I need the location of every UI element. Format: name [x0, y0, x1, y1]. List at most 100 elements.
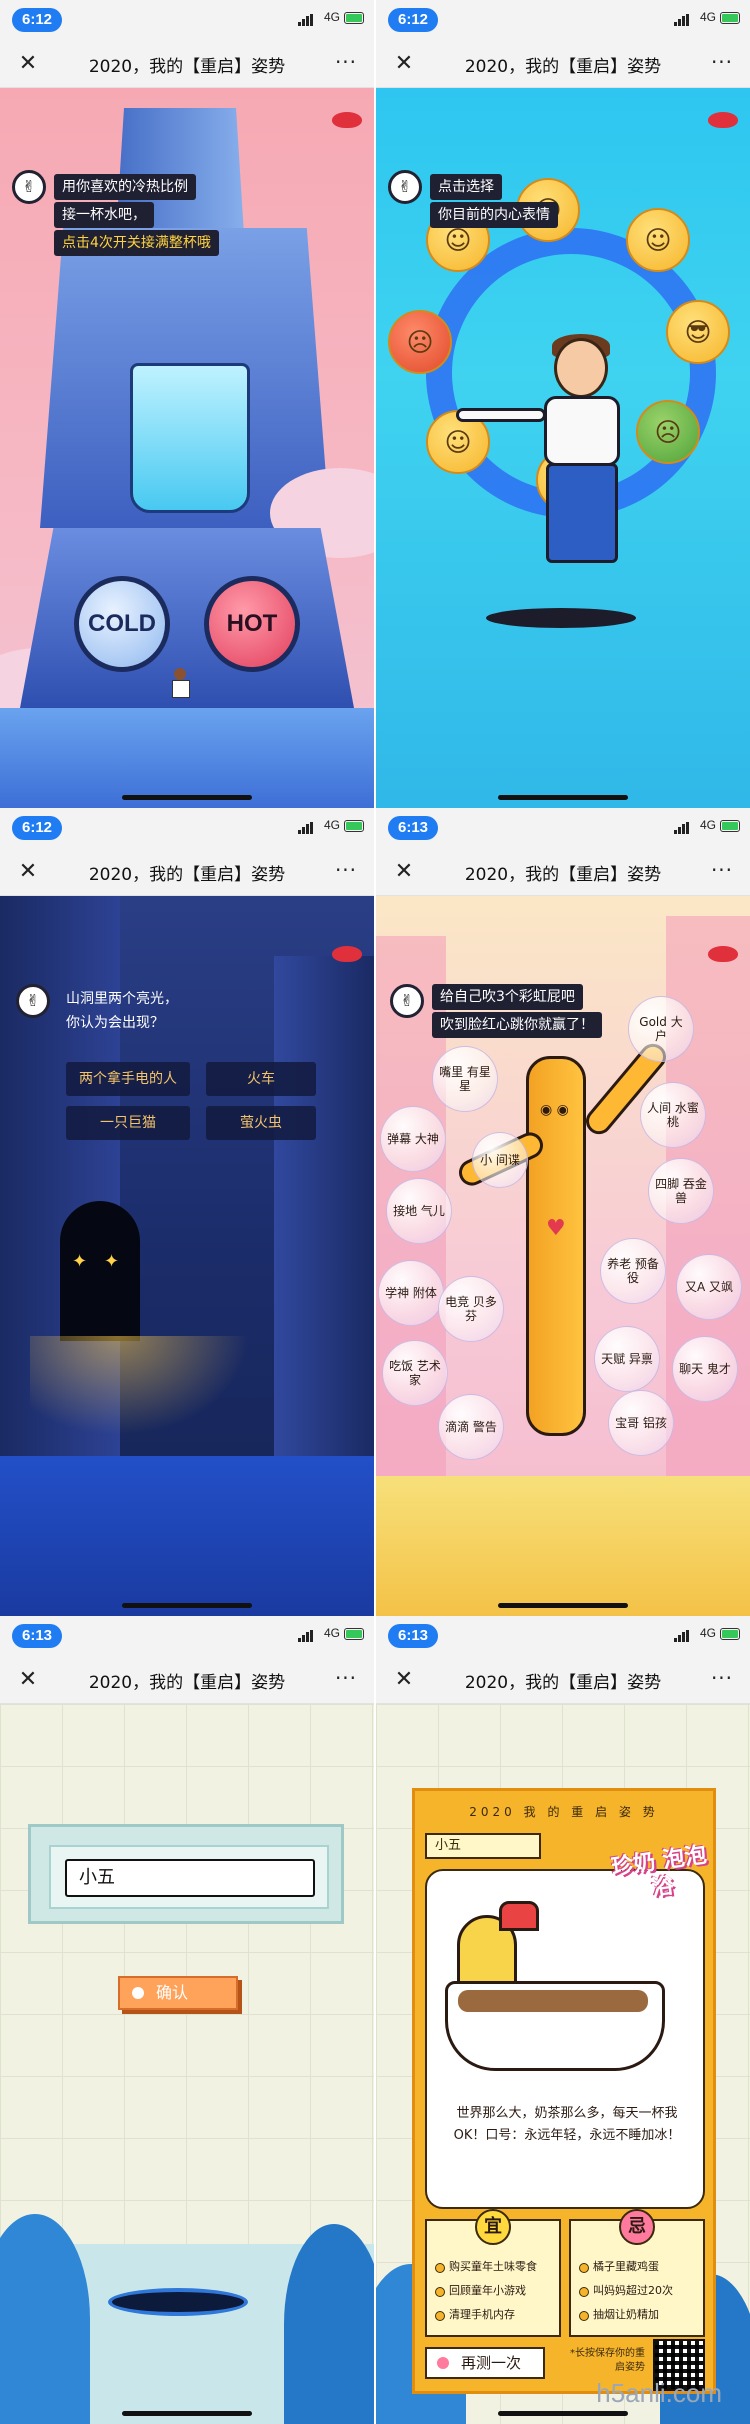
- more-icon[interactable]: ···: [706, 48, 738, 76]
- network-label: 4G: [323, 10, 340, 24]
- more-icon[interactable]: ···: [330, 1664, 362, 1692]
- lips-icon[interactable]: [708, 112, 738, 128]
- signal-icon: [298, 1630, 314, 1642]
- screen-compliment-bubbles: 6:13 4G ✕ 2020，我的【重启】姿势 ··· ◉ ◉ ♥ Gold 大…: [376, 808, 750, 1616]
- lips-icon[interactable]: [708, 946, 738, 962]
- signal-icon: [674, 1630, 690, 1642]
- home-indicator: [122, 795, 252, 800]
- bathtub: [445, 1981, 665, 2071]
- bubble[interactable]: 弹幕 大神: [380, 1106, 446, 1172]
- bubble[interactable]: 嘴里 有星星: [432, 1046, 498, 1112]
- dont-list: 橘子里藏鸡蛋 叫妈妈超过20次 抽烟让奶精加: [579, 2255, 697, 2327]
- network-label: 4G: [323, 1626, 340, 1640]
- option-flashlight-people[interactable]: 两个拿手电的人: [66, 1062, 190, 1096]
- bubble[interactable]: 聊天 鬼才: [672, 1336, 738, 1402]
- signal-icon: [298, 822, 314, 834]
- hand-icon: ✌: [388, 170, 422, 204]
- result-card: 2020 我 的 重 启 姿 势 小五 珍奶 泡泡浴 世界那么大，奶茶那么多，每…: [412, 1788, 716, 2394]
- list-item: 抽烟让奶精加: [579, 2303, 697, 2327]
- option-firefly[interactable]: 萤火虫: [206, 1106, 316, 1140]
- bubble[interactable]: 学神 附体: [378, 1260, 444, 1326]
- card-name: 小五: [425, 1833, 541, 1859]
- emoji-sunglasses[interactable]: 😎: [666, 300, 730, 364]
- bubble[interactable]: 养老 预备役: [600, 1238, 666, 1304]
- retry-button[interactable]: 再测一次: [425, 2347, 545, 2379]
- bubble[interactable]: 四脚 吞金兽: [648, 1158, 714, 1224]
- heart-icon: ♥: [546, 1216, 566, 1241]
- bubble[interactable]: 滴滴 警告: [438, 1394, 504, 1460]
- nav-bar: ✕ 2020，我的【重启】姿势 ···: [0, 40, 374, 88]
- character-figure: [168, 668, 192, 698]
- more-icon[interactable]: ···: [706, 1664, 738, 1692]
- screenshot-grid: 6:12 4G ✕ 2020，我的【重启】姿势 ··· COLD HOT ✌ 用…: [0, 0, 750, 2424]
- hand-icon: ✌: [16, 984, 50, 1018]
- scene-name-entry: 小五 确认: [0, 1704, 374, 2424]
- cold-button[interactable]: COLD: [74, 576, 170, 672]
- signal-icon: [674, 14, 690, 26]
- scene-emotions: ☹ ☺ ☺ 😎 ☹ ☹ ☺ ☹ ✌ 点击选择 你目前的内心表情: [376, 88, 750, 808]
- screen-name-input: 6:13 4G ✕ 2020，我的【重启】姿势 ··· 小五 确认: [0, 1616, 374, 2424]
- close-icon[interactable]: ✕: [390, 50, 418, 78]
- bubble[interactable]: 接地 气儿: [386, 1178, 452, 1244]
- character-pants: [546, 463, 618, 563]
- card-title: 2020 我 的 重 启 姿 势: [469, 1805, 659, 1819]
- emoji-blush[interactable]: ☺: [626, 208, 690, 272]
- light-glow: [30, 1336, 250, 1436]
- list-item: 回顾童年小游戏: [435, 2279, 553, 2303]
- scene-cave: ✦ ✦ ✌ 山洞里两个亮光， 你认为会出现？ 两个拿手电的人 火车 一只巨猫 萤…: [0, 896, 374, 1616]
- bubble[interactable]: 人间 水蜜桃: [640, 1082, 706, 1148]
- more-icon[interactable]: ···: [330, 856, 362, 884]
- lips-icon[interactable]: [332, 946, 362, 962]
- save-hint: *长按保存你的重启姿势: [570, 2348, 645, 2373]
- name-input[interactable]: 小五: [65, 1859, 315, 1897]
- water-glass: [130, 363, 250, 513]
- status-bar: 6:13 4G: [0, 1616, 374, 1656]
- prompt-line-2: 接一杯水吧，: [54, 202, 154, 228]
- scene-bubbles: ◉ ◉ ♥ Gold 大户 嘴里 有星星 人间 水蜜桃 弹幕 大神 小 间谍 四…: [376, 896, 750, 1616]
- page-title: 2020，我的【重启】姿势: [88, 57, 286, 77]
- drain-hole: [108, 2288, 248, 2316]
- close-icon[interactable]: ✕: [14, 1666, 42, 1694]
- more-icon[interactable]: ···: [706, 856, 738, 884]
- emoji-angry[interactable]: ☹: [388, 310, 452, 374]
- bubble[interactable]: 又A 又飒: [676, 1254, 742, 1320]
- bubble[interactable]: 吃饭 艺术家: [382, 1340, 448, 1406]
- hot-button[interactable]: HOT: [204, 576, 300, 672]
- dont-label: 忌: [619, 2209, 655, 2245]
- status-bar: 6:12 4G: [0, 0, 374, 40]
- network-label: 4G: [699, 1626, 716, 1640]
- close-icon[interactable]: ✕: [14, 50, 42, 78]
- prompt-line-2: 你认为会出现？: [66, 1015, 164, 1031]
- hand-icon: ✌: [12, 170, 46, 204]
- bubble[interactable]: 小 间谍: [472, 1132, 528, 1188]
- bubble[interactable]: 电竞 贝多芬: [438, 1276, 504, 1342]
- yellow-floor: [376, 1476, 750, 1616]
- status-bar: 6:13 4G: [376, 1616, 750, 1656]
- emoji-sick[interactable]: ☹: [636, 400, 700, 464]
- watermark: h5anli.com: [596, 2378, 722, 2408]
- close-icon[interactable]: ✕: [390, 858, 418, 886]
- do-label: 宜: [475, 2209, 511, 2245]
- tube-face: ◉ ◉: [540, 1102, 569, 1118]
- confirm-button[interactable]: 确认: [118, 1976, 238, 2010]
- bubble[interactable]: Gold 大户: [628, 996, 694, 1062]
- network-label: 4G: [699, 10, 716, 24]
- glowing-eye-icon: ✦: [104, 1251, 120, 1272]
- screen-emotion-pick: 6:12 4G ✕ 2020，我的【重启】姿势 ··· ☹ ☺ ☺ 😎 ☹ ☹ …: [376, 0, 750, 808]
- page-title: 2020，我的【重启】姿势: [464, 865, 662, 885]
- option-train[interactable]: 火车: [206, 1062, 316, 1096]
- list-item: 橘子里藏鸡蛋: [579, 2255, 697, 2279]
- battery-icon: [344, 12, 364, 24]
- close-icon[interactable]: ✕: [390, 1666, 418, 1694]
- battery-icon: [720, 820, 740, 832]
- bubble[interactable]: 天赋 异禀: [594, 1326, 660, 1392]
- lips-icon[interactable]: [332, 112, 362, 128]
- more-icon[interactable]: ···: [330, 48, 362, 76]
- nav-bar: ✕ 2020，我的【重启】姿势 ···: [376, 1656, 750, 1704]
- list-item: 购买童年土味零食: [435, 2255, 553, 2279]
- prompt-line-1: 山洞里两个亮光，: [66, 991, 178, 1007]
- close-icon[interactable]: ✕: [14, 858, 42, 886]
- option-giant-cat[interactable]: 一只巨猫: [66, 1106, 190, 1140]
- bubble[interactable]: 宝哥 铝孩: [608, 1390, 674, 1456]
- scene-water-machine: COLD HOT ✌ 用你喜欢的冷热比例 接一杯水吧， 点击4次开关接满整杯哦: [0, 88, 374, 808]
